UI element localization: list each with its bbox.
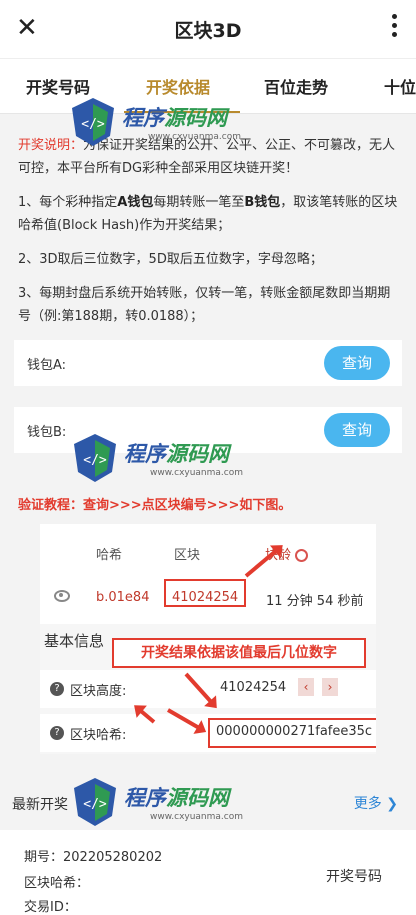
clock-icon [295,549,309,562]
tab-tens-trend[interactable]: 十位 [384,74,416,98]
tx-id-field: 交易ID： [24,900,77,915]
page-title: 区块3D [174,20,242,42]
watermark-name-a: 程序 [124,442,166,466]
rule3: 3、每期封盘后系统开始转账，仅转一笔，转账金额尾数即当期期号（例:第188期，转… [18,286,391,324]
tab-hundreds-trend[interactable]: 百位走势 [264,74,328,98]
watermark-url: www.cxyuanma.com [148,132,242,142]
wallet-a-query-button[interactable]: 查询 [324,346,390,380]
watermark: </> 程序源码网 www.cxyuanma.com [70,84,250,170]
rule1-part: 每期转账一笔至 [153,195,245,210]
watermark-name-a: 程序 [124,786,166,810]
col-hash: 哈希 [96,548,123,563]
code-shield-icon: </> [74,778,116,826]
watermark-name-a: 程序 [122,106,164,130]
wallet-a-bold: A钱包 [117,195,154,210]
block-height-value: 41024254 [220,680,287,695]
watermark-text: 程序源码网 [124,438,229,468]
watermark: </> 程序源码网 www.cxyuanma.com [72,420,252,506]
watermark: </> 程序源码网 www.cxyuanma.com [72,764,252,850]
wallet-b-label: 钱包B: [27,425,67,440]
block-hash-label: 区块哈希: [70,728,127,743]
svg-text:</>: </> [83,453,107,468]
help-icon: ? [50,682,64,696]
prev-icon: ‹ [298,678,314,696]
more-vertical-icon[interactable] [390,14,398,40]
callout-note: 开奖结果依据该值最后几位数字 [112,638,366,668]
svg-text:</>: </> [83,797,107,812]
wallet-b-query-button[interactable]: 查询 [324,413,390,447]
tx-hash: b.01e84 [96,590,150,605]
svg-text:</>: </> [81,117,105,132]
code-shield-icon: </> [72,98,114,146]
latest-results-title: 最新开奖 [12,797,68,813]
block-height-label: 区块高度: [70,684,127,699]
wallet-a-label: 钱包A: [27,358,67,373]
block-hash-field: 区块哈希： [24,876,90,891]
watermark-name-b: 源码网 [166,442,229,466]
top-bar: ✕ 区块3D [0,0,416,58]
basic-info-heading: 基本信息 [44,632,105,650]
watermark-text: 程序源码网 [124,782,229,812]
watermark-name-b: 源码网 [164,106,227,130]
watermark-url: www.cxyuanma.com [150,812,244,822]
watermark-url: www.cxyuanma.com [150,468,244,478]
col-block: 区块 [174,548,201,563]
eye-icon [54,590,70,602]
block-hash-row: ? 区块哈希: 000000000271fafee35c [40,714,376,752]
wallet-b-bold: B钱包 [244,195,281,210]
help-icon: ? [50,726,64,740]
rule1-part: 1、每个彩种指定 [18,195,118,210]
block-highlight-box [164,579,246,607]
watermark-name-b: 源码网 [166,786,229,810]
result-number-label: 开奖号码 [326,869,382,885]
block-hash-value: 000000000271fafee35c [216,724,373,739]
rule2: 2、3D取后三位数字，5D取后五位数字，字母忽略； [18,252,323,267]
block-table: 哈希 区块 块龄 b.01e84 41024254 11 分钟 54 秒前 [40,524,376,624]
wallet-a-row: 钱包A: 查询 [14,340,402,386]
more-link[interactable]: 更多 ❯ [354,793,398,813]
code-shield-icon: </> [74,434,116,482]
next-icon: › [322,678,338,696]
watermark-text: 程序源码网 [122,102,227,132]
tutorial-image: 哈希 区块 块龄 b.01e84 41024254 11 分钟 54 秒前 基本… [40,524,376,754]
block-age: 11 分钟 54 秒前 [266,594,364,609]
